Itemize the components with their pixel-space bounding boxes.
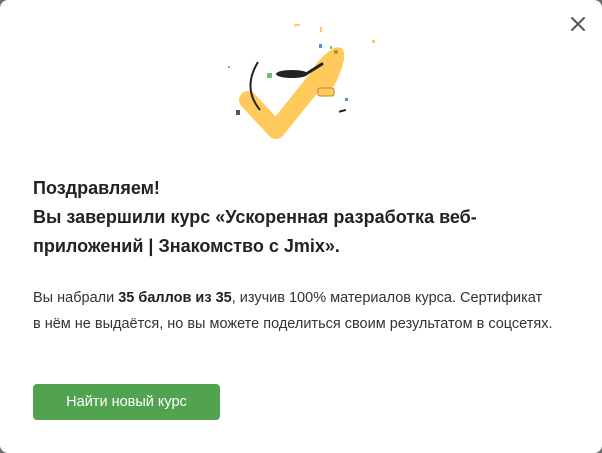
- title-course: Вы завершили курс «Ускоренная разработка…: [33, 207, 477, 256]
- result-description: Вы набрали 35 баллов из 35, изучив 100% …: [33, 285, 553, 337]
- celebration-illustration: [222, 18, 382, 148]
- find-new-course-button[interactable]: Найти новый курс: [33, 384, 220, 420]
- score-value: 35 баллов из 35: [118, 290, 232, 306]
- checkmark-celebration-icon: [228, 23, 375, 139]
- result-prefix: Вы набрали: [33, 290, 119, 306]
- close-icon: [571, 17, 585, 31]
- title-congrats: Поздравляем!: [33, 178, 160, 198]
- close-button[interactable]: [566, 12, 590, 36]
- course-complete-dialog: Поздравляем! Вы завершили курс «Ускоренн…: [0, 0, 602, 453]
- dialog-title: Поздравляем! Вы завершили курс «Ускоренн…: [33, 174, 573, 261]
